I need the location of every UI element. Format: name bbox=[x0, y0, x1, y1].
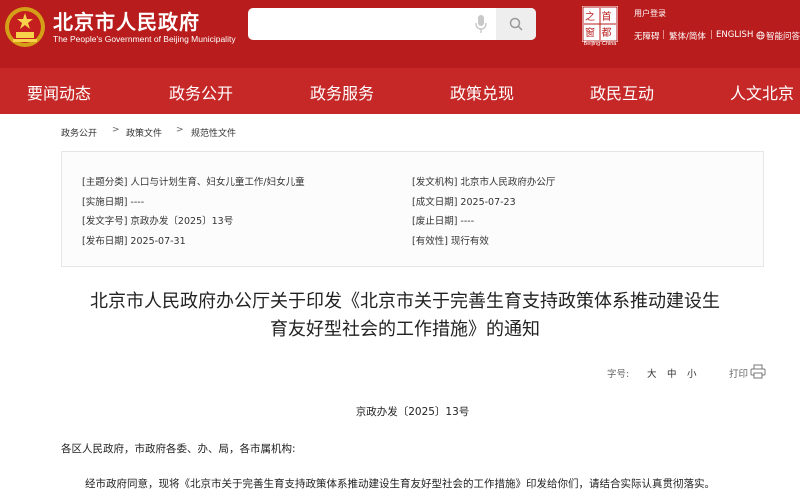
meta-topic: [主题分类] 人口与计划生育、妇女儿童工作/妇女儿童 bbox=[82, 177, 305, 188]
meta-issuing-agency: [发文机构] 北京市人民政府办公厅 bbox=[412, 177, 556, 188]
meta-written-date: [成文日期] 2025-07-23 bbox=[412, 197, 516, 208]
search-button[interactable] bbox=[496, 8, 536, 40]
meta-effective-date: [实施日期] ---- bbox=[82, 197, 145, 208]
nav-item-government-services[interactable]: 政务服务 bbox=[310, 80, 374, 104]
nav-item-news[interactable]: 要闻动态 bbox=[27, 80, 91, 104]
smart-qa-link[interactable]: 智能问答 bbox=[766, 30, 800, 42]
logo-glyph: 都 bbox=[602, 27, 612, 39]
logo-glyph: 之 bbox=[585, 10, 595, 23]
site-title[interactable]: 北京市人民政府 bbox=[53, 6, 200, 35]
article-title-line2: 育友好型社会的工作措施》的通知 bbox=[270, 319, 540, 340]
national-emblem-icon bbox=[5, 7, 45, 47]
utility-separator: | bbox=[710, 30, 713, 40]
article-title-line1: 北京市人民政府办公厅关于印发《北京市关于完善生育支持政策体系推动建设生 bbox=[90, 291, 720, 312]
microphone-icon[interactable] bbox=[474, 14, 488, 34]
breadcrumb-separator: > bbox=[176, 125, 184, 135]
meta-document-number: [发文字号] 京政办发〔2025〕13号 bbox=[82, 216, 234, 227]
meta-publish-date: [发布日期] 2025-07-31 bbox=[82, 236, 186, 247]
meta-validity: [有效性] 现行有效 bbox=[412, 236, 489, 247]
breadcrumb-item[interactable]: 政策文件 bbox=[126, 126, 162, 139]
nav-item-policy-fulfillment[interactable]: 政策兑现 bbox=[450, 80, 514, 104]
font-size-small-button[interactable]: 小 bbox=[687, 366, 697, 380]
capital-window-logo-icon: 首 都 之 窗 bbox=[582, 6, 618, 42]
print-button[interactable]: 打印 bbox=[729, 366, 748, 380]
nav-item-interaction[interactable]: 政民互动 bbox=[590, 80, 654, 104]
font-size-large-button[interactable]: 大 bbox=[647, 366, 657, 380]
breadcrumb-separator: > bbox=[112, 125, 120, 135]
search-icon bbox=[509, 17, 523, 31]
article-salutation: 各区人民政府，市政府各委、办、局，各市属机构: bbox=[61, 443, 296, 455]
user-login-link[interactable]: 用户登录 bbox=[634, 8, 666, 19]
breadcrumb-item[interactable]: 规范性文件 bbox=[191, 126, 236, 139]
document-metadata-box bbox=[61, 151, 764, 267]
english-link[interactable]: ENGLISH bbox=[716, 30, 753, 40]
font-size-medium-button[interactable]: 中 bbox=[667, 366, 677, 380]
main-nav bbox=[0, 68, 800, 114]
meta-repeal-date: [废止日期] ---- bbox=[412, 216, 475, 227]
traditional-simplified-link[interactable]: 繁体/简体 bbox=[669, 30, 706, 42]
accessibility-link[interactable]: 无障碍 bbox=[634, 30, 660, 42]
logo-glyph: 窗 bbox=[585, 26, 595, 39]
site-subtitle: The People's Government of Beijing Munic… bbox=[53, 34, 236, 44]
capital-window-logo[interactable]: 首 都 之 窗 bbox=[582, 6, 618, 42]
article-body-paragraph: 经市政府同意，现将《北京市关于完善生育支持政策体系推动建设生育友好型社会的工作措… bbox=[85, 478, 715, 490]
nav-item-government-affairs[interactable]: 政务公开 bbox=[169, 80, 233, 104]
logo-glyph: 首 bbox=[602, 10, 612, 23]
logo-caption: Beijing·China bbox=[583, 41, 617, 47]
document-number: 京政办发〔2025〕13号 bbox=[355, 406, 470, 418]
printer-icon[interactable] bbox=[750, 364, 766, 379]
search-input[interactable] bbox=[248, 8, 536, 40]
globe-icon bbox=[756, 31, 765, 40]
font-size-label: 字号: bbox=[607, 369, 630, 380]
utility-separator: | bbox=[662, 30, 665, 40]
nav-item-culture[interactable]: 人文北京 bbox=[730, 80, 794, 104]
breadcrumb-item[interactable]: 政务公开 bbox=[61, 126, 97, 139]
